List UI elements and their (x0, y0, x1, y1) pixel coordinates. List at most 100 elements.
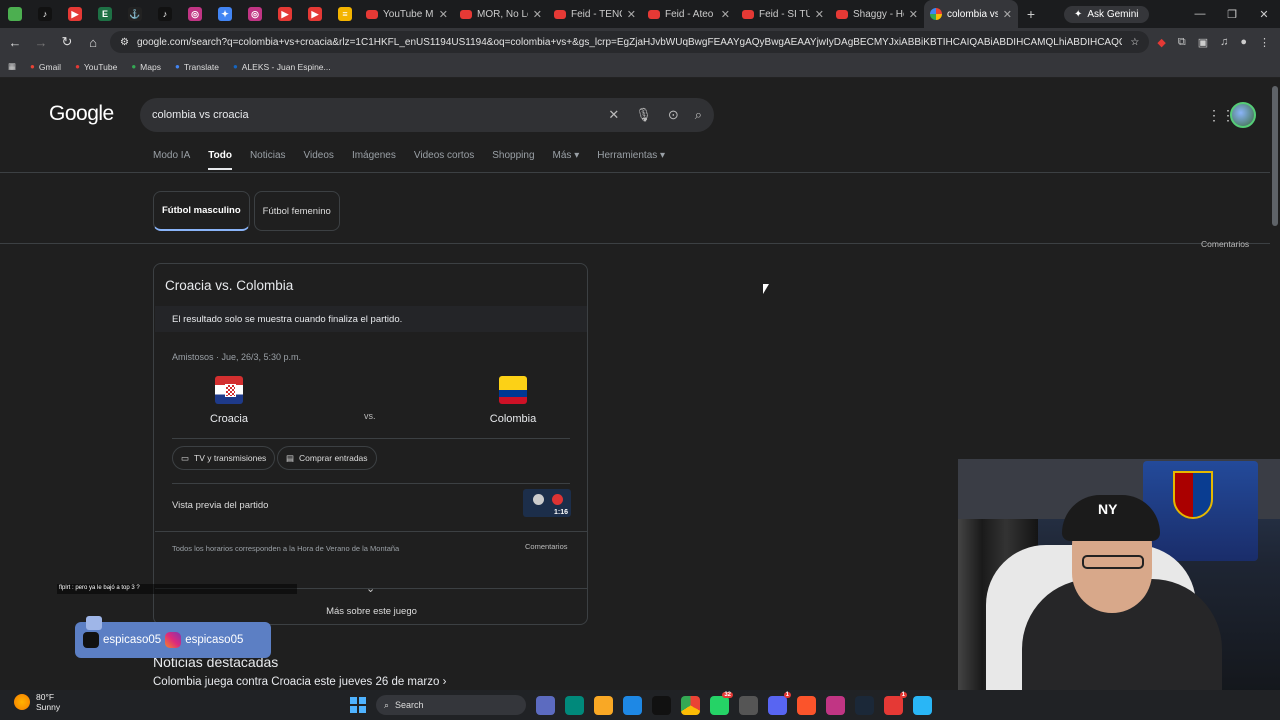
preview-video-thumbnail[interactable]: 1:16 (523, 489, 571, 517)
ask-gemini-button[interactable]: ✦ Ask Gemini (1064, 5, 1149, 23)
pinned-tab[interactable]: ≡ (330, 0, 360, 28)
browser-tab[interactable]: colombia vs c ✕ (924, 0, 1018, 28)
close-tab-icon[interactable]: ✕ (721, 8, 730, 21)
filter-tab[interactable]: Imágenes (352, 150, 396, 170)
url-bar[interactable]: ⚙ google.com/search?q=colombia+vs+croaci… (110, 31, 1150, 53)
steam-icon[interactable] (855, 695, 874, 715)
weather-widget[interactable]: 80°F Sunny (14, 692, 60, 712)
profile-icon[interactable]: ● (1240, 36, 1247, 48)
pinned-tab[interactable]: ♪ (150, 0, 180, 28)
filter-tab[interactable]: Todo (208, 150, 232, 170)
discord-icon[interactable]: 1 (768, 691, 791, 715)
close-tab-icon[interactable]: ✕ (533, 8, 542, 21)
search-box[interactable]: colombia vs croacia ✕ 🎙 ⊙ ⌕ (140, 98, 714, 132)
clear-icon[interactable]: ✕ (608, 107, 619, 123)
copilot-icon[interactable] (565, 695, 584, 715)
brave-icon[interactable] (797, 695, 816, 715)
chrome-icon[interactable] (681, 695, 700, 715)
filter-tab[interactable]: Shopping (492, 150, 534, 170)
pinned-tab[interactable]: ◎ (240, 0, 270, 28)
scrollbar-thumb[interactable] (1272, 86, 1278, 226)
comentarios-link[interactable]: Comentarios (1201, 239, 1249, 249)
pinned-tab[interactable]: ✦ (210, 0, 240, 28)
tab-futbol-masculino[interactable]: Fútbol masculino (153, 191, 250, 231)
filter-tab[interactable]: Videos cortos (414, 150, 474, 170)
home-icon[interactable]: ⌂ (84, 35, 102, 50)
file-explorer-icon[interactable] (594, 695, 613, 715)
extensions-puzzle-icon[interactable]: ⧉ (1178, 36, 1186, 49)
whatsapp-icon[interactable]: 32 (710, 691, 733, 715)
browser-tab[interactable]: MOR, No Le ✕ (454, 0, 548, 28)
side-panel-icon[interactable]: ▣ (1198, 36, 1208, 49)
bookmark-item[interactable]: ● ALEKS - Juan Espine... (233, 62, 331, 72)
close-tab-icon[interactable]: ✕ (909, 8, 918, 21)
team-away-name: Colombia (489, 413, 537, 425)
extension-icon[interactable]: ◆ (1157, 36, 1165, 49)
new-tab-button[interactable]: + (1018, 6, 1044, 22)
filter-tab[interactable]: Herramientas ▾ (597, 150, 665, 170)
browser-tab[interactable]: Shaggy - Hey ✕ (830, 0, 924, 28)
close-tab-icon[interactable]: ✕ (815, 8, 824, 21)
notepad-icon[interactable] (913, 695, 932, 715)
pinned-tab[interactable]: ◎ (180, 0, 210, 28)
minimize-icon[interactable]: — (1184, 8, 1216, 21)
filter-tab[interactable]: Noticias (250, 150, 286, 170)
app-icon[interactable]: 1 (884, 691, 907, 715)
browser-tab[interactable]: Feid - SI TÚ S ✕ (736, 0, 830, 28)
forward-icon[interactable]: → (32, 35, 50, 50)
lens-icon[interactable]: ⊙ (668, 107, 679, 123)
reload-icon[interactable]: ↻ (58, 34, 76, 50)
instagram-handle: espicaso05 (185, 634, 244, 646)
pinned-tab[interactable]: ♪ (30, 0, 60, 28)
tiktok-icon[interactable] (652, 695, 671, 715)
instagram-icon[interactable] (826, 695, 845, 715)
media-icon[interactable]: ♫ (1220, 36, 1228, 48)
card-comentarios-link[interactable]: Comentarios (525, 542, 568, 551)
search-input[interactable]: colombia vs croacia (152, 109, 608, 121)
microphone-icon[interactable]: 🎙 (635, 107, 652, 123)
browser-tab[interactable]: Feid - Ateo - ✕ (642, 0, 736, 28)
pinned-tab[interactable]: E (90, 0, 120, 28)
buy-tickets-button[interactable]: ▤ Comprar entradas (277, 446, 377, 470)
youtube-icon (742, 9, 754, 19)
browser-tab[interactable]: Feid - TENGO ✕ (548, 0, 642, 28)
restore-icon[interactable]: ❐ (1216, 8, 1248, 21)
browser-tab[interactable]: YouTube Mus ✕ (360, 0, 454, 28)
more-about-game-link[interactable]: Más sobre este juego (154, 606, 589, 617)
close-window-icon[interactable]: ✕ (1248, 8, 1280, 21)
menu-icon[interactable]: ⋮ (1259, 36, 1270, 49)
team-home[interactable]: Croacia (189, 376, 269, 425)
filter-tab[interactable]: Modo IA (153, 150, 190, 170)
tv-streaming-button[interactable]: ▭ TV y transmisiones (172, 446, 276, 470)
site-info-icon[interactable]: ⚙ (120, 37, 129, 48)
match-preview-label[interactable]: Vista previa del partido (172, 500, 268, 511)
windows-start-icon[interactable] (350, 697, 366, 713)
pinned-tab[interactable]: ▶ (270, 0, 300, 28)
apps-grid-icon[interactable]: ▦ (8, 61, 16, 72)
pinned-tab[interactable] (0, 0, 30, 28)
bookmark-star-icon[interactable]: ☆ (1130, 37, 1139, 48)
back-icon[interactable]: ← (6, 35, 24, 50)
team-away[interactable]: Colombia (473, 376, 553, 425)
bookmark-item[interactable]: ● Maps (131, 62, 161, 72)
close-tab-icon[interactable]: ✕ (1003, 8, 1012, 21)
close-tab-icon[interactable]: ✕ (439, 8, 448, 21)
tab-futbol-femenino[interactable]: Fútbol femenino (253, 191, 340, 231)
close-tab-icon[interactable]: ✕ (627, 8, 636, 21)
bookmark-item[interactable]: ● Gmail (30, 62, 61, 72)
filter-tab[interactable]: Videos (304, 150, 334, 170)
settings-icon[interactable] (739, 695, 758, 715)
google-logo[interactable]: Google (49, 102, 114, 126)
task-view-icon[interactable] (536, 695, 555, 715)
pinned-tab[interactable]: ▶ (60, 0, 90, 28)
account-avatar[interactable] (1230, 102, 1256, 128)
bookmark-item[interactable]: ● Translate (175, 62, 219, 72)
taskbar-search[interactable]: ⌕ Search (376, 695, 526, 715)
news-link[interactable]: Colombia juega contra Croacia este jueve… (153, 676, 446, 688)
bookmark-item[interactable]: ● YouTube (75, 62, 117, 72)
pinned-tab[interactable]: ▶ (300, 0, 330, 28)
store-icon[interactable] (623, 695, 642, 715)
pinned-tab[interactable]: ⚓ (120, 0, 150, 28)
filter-tab[interactable]: Más ▾ (553, 150, 580, 170)
search-icon[interactable]: ⌕ (695, 107, 702, 123)
